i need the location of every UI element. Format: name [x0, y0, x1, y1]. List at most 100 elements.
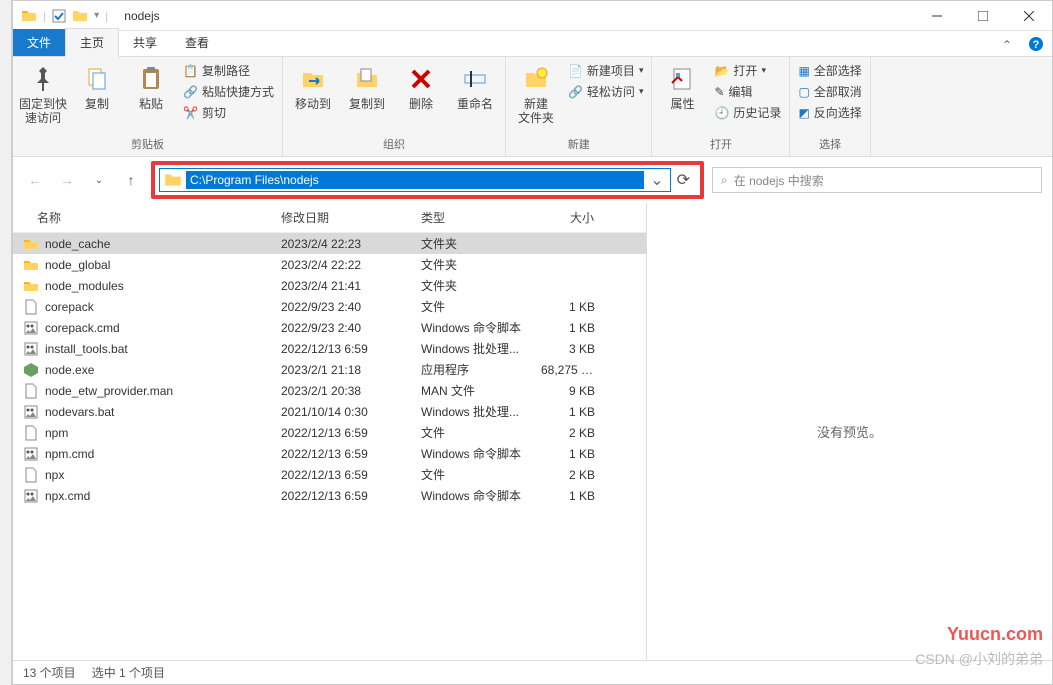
file-date: 2023/2/1 20:38 — [273, 384, 413, 398]
copy-to-button[interactable]: 复制到 — [343, 61, 391, 111]
file-name: corepack — [45, 300, 94, 314]
explorer-window: | ▾ | nodejs 文件 主页 共享 查看 ⌃ ? 固定到快 速访问 — [12, 0, 1053, 685]
close-button[interactable] — [1006, 1, 1052, 31]
nav-recent-dropdown[interactable]: ⌄ — [87, 168, 111, 192]
file-size: 2 KB — [533, 426, 603, 440]
file-row[interactable]: node_cache2023/2/4 22:23文件夹 — [13, 233, 646, 254]
file-row[interactable]: node_global2023/2/4 22:22文件夹 — [13, 254, 646, 275]
paste-button[interactable]: 粘贴 — [127, 61, 175, 111]
minimize-button[interactable] — [914, 1, 960, 31]
tab-view[interactable]: 查看 — [171, 29, 223, 56]
refresh-button[interactable]: ⟳ — [671, 170, 696, 190]
file-row[interactable]: npx2022/12/13 6:59文件2 KB — [13, 464, 646, 485]
copy-path-button[interactable]: 📋复制路径 — [181, 61, 276, 80]
file-icon — [23, 383, 39, 399]
rename-button[interactable]: 重命名 — [451, 61, 499, 111]
select-none-button[interactable]: ▢全部取消 — [796, 82, 863, 101]
delete-label: 删除 — [409, 97, 433, 111]
new-folder-button[interactable]: 新建 文件夹 — [512, 61, 560, 126]
history-icon: 🕘 — [714, 106, 729, 120]
col-date[interactable]: 修改日期 — [273, 203, 413, 232]
properties-icon — [666, 63, 698, 95]
copy-button[interactable]: 复制 — [73, 61, 121, 111]
edit-button[interactable]: ✎编辑 — [712, 82, 783, 101]
file-date: 2022/9/23 2:40 — [273, 300, 413, 314]
search-input[interactable]: ⌕ 在 nodejs 中搜索 — [712, 167, 1042, 193]
nav-back-button[interactable]: ← — [23, 168, 47, 192]
select-group-label: 选择 — [796, 134, 863, 152]
svg-text:?: ? — [1033, 39, 1040, 51]
tab-share[interactable]: 共享 — [119, 29, 171, 56]
file-date: 2022/12/13 6:59 — [273, 426, 413, 440]
status-item-count: 13 个项目 — [23, 664, 76, 681]
maximize-button[interactable] — [960, 1, 1006, 31]
file-row[interactable]: corepack.cmd2022/9/23 2:40Windows 命令脚本1 … — [13, 317, 646, 338]
col-type[interactable]: 类型 — [413, 203, 533, 232]
file-date: 2022/12/13 6:59 — [273, 468, 413, 482]
tab-home[interactable]: 主页 — [65, 28, 119, 57]
file-row[interactable]: npx.cmd2022/12/13 6:59Windows 命令脚本1 KB — [13, 485, 646, 506]
file-date: 2023/2/4 22:22 — [273, 258, 413, 272]
new-item-button[interactable]: 📄新建项目▾ — [566, 61, 646, 80]
file-date: 2022/12/13 6:59 — [273, 342, 413, 356]
delete-button[interactable]: 删除 — [397, 61, 445, 111]
easy-access-button[interactable]: 🔗轻松访问▾ — [566, 82, 646, 101]
copy-label: 复制 — [85, 97, 109, 111]
qat-dropdown-icon[interactable]: ▾ — [94, 10, 99, 21]
checkbox-icon[interactable] — [52, 9, 66, 23]
address-path[interactable]: C:\Program Files\nodejs — [186, 171, 644, 189]
quick-access-toolbar: | ▾ | — [13, 8, 116, 24]
file-row[interactable]: nodevars.bat2021/10/14 0:30Windows 批处理..… — [13, 401, 646, 422]
ribbon-collapse-icon[interactable]: ⌃ — [994, 34, 1020, 56]
bat-icon — [23, 404, 39, 420]
invert-selection-button[interactable]: ◩反向选择 — [796, 103, 863, 122]
bat-icon — [23, 341, 39, 357]
paste-shortcut-button[interactable]: 🔗粘贴快捷方式 — [181, 82, 276, 101]
file-date: 2023/2/4 21:41 — [273, 279, 413, 293]
file-rows: node_cache2023/2/4 22:23文件夹node_global20… — [13, 233, 646, 660]
select-all-button[interactable]: ▦全部选择 — [796, 61, 863, 80]
copy-path-icon: 📋 — [183, 64, 198, 78]
move-to-button[interactable]: 移动到 — [289, 61, 337, 111]
file-size: 1 KB — [533, 300, 603, 314]
open-button[interactable]: 📂打开▾ — [712, 61, 783, 80]
navbar: ← → ⌄ ↑ C:\Program Files\nodejs ⌄ ⟳ ⌕ 在 … — [13, 157, 1052, 203]
history-button[interactable]: 🕘历史记录 — [712, 103, 783, 122]
address-dropdown-icon[interactable]: ⌄ — [644, 170, 669, 190]
ribbon-group-select: ▦全部选择 ▢全部取消 ◩反向选择 选择 — [790, 57, 870, 156]
qat-separator: | — [43, 9, 46, 23]
tab-file[interactable]: 文件 — [13, 29, 65, 56]
file-name: npx.cmd — [45, 489, 90, 503]
ribbon-group-clipboard: 固定到快 速访问 复制 粘贴 📋复制路径 🔗粘贴快捷方式 ✂️剪切 剪贴板 — [13, 57, 283, 156]
file-size: 9 KB — [533, 384, 603, 398]
cmd-icon — [23, 446, 39, 462]
help-icon[interactable]: ? — [1020, 32, 1052, 56]
file-row[interactable]: node.exe2023/2/1 21:18应用程序68,275 KB — [13, 359, 646, 380]
shortcut-icon: 🔗 — [183, 85, 198, 99]
statusbar: 13 个项目 选中 1 个项目 — [13, 660, 1052, 684]
address-bar-highlight: C:\Program Files\nodejs ⌄ ⟳ — [151, 161, 704, 199]
file-row[interactable]: node_modules2023/2/4 21:41文件夹 — [13, 275, 646, 296]
nav-up-button[interactable]: ↑ — [119, 168, 143, 192]
file-row[interactable]: node_etw_provider.man2023/2/1 20:38MAN 文… — [13, 380, 646, 401]
pin-button[interactable]: 固定到快 速访问 — [19, 61, 67, 126]
ribbon: 固定到快 速访问 复制 粘贴 📋复制路径 🔗粘贴快捷方式 ✂️剪切 剪贴板 — [13, 57, 1052, 157]
move-to-icon — [297, 63, 329, 95]
file-row[interactable]: npm.cmd2022/12/13 6:59Windows 命令脚本1 KB — [13, 443, 646, 464]
nav-forward-button[interactable]: → — [55, 168, 79, 192]
file-size: 68,275 KB — [533, 363, 603, 377]
file-row[interactable]: install_tools.bat2022/12/13 6:59Windows … — [13, 338, 646, 359]
properties-button[interactable]: 属性 — [658, 61, 706, 111]
file-name: node_modules — [45, 279, 124, 293]
file-row[interactable]: npm2022/12/13 6:59文件2 KB — [13, 422, 646, 443]
col-size[interactable]: 大小 — [533, 203, 603, 232]
cut-button[interactable]: ✂️剪切 — [181, 103, 276, 122]
file-row[interactable]: corepack2022/9/23 2:40文件1 KB — [13, 296, 646, 317]
col-name[interactable]: 名称 — [13, 203, 273, 232]
file-name: npx — [45, 468, 64, 482]
select-all-icon: ▦ — [798, 64, 809, 78]
address-bar[interactable]: C:\Program Files\nodejs ⌄ — [159, 168, 671, 192]
column-headers: 名称 修改日期 类型 大小 — [13, 203, 646, 233]
new-item-icon: 📄 — [568, 64, 583, 78]
file-size: 1 KB — [533, 321, 603, 335]
